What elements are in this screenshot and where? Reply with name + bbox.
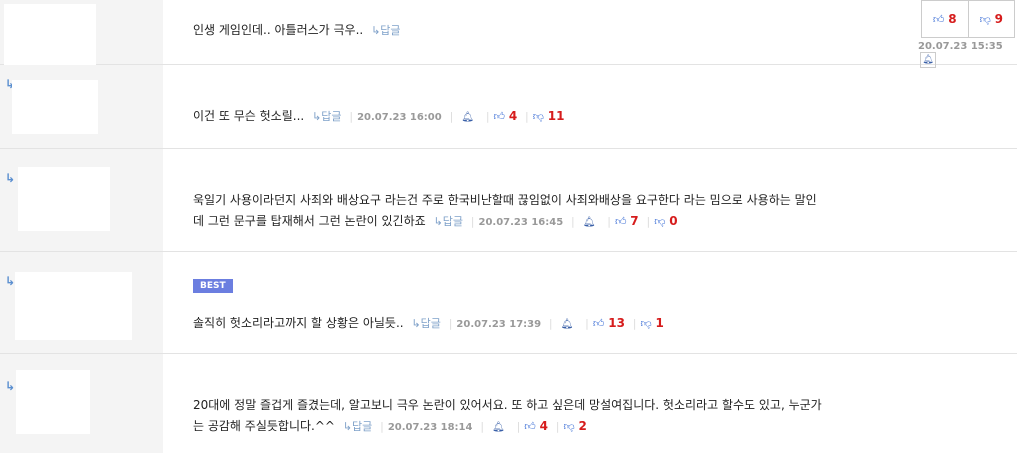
comment-text: 솔직히 헛소리라고까지 할 상황은 아닐듯.. ↳답글 | 20.07.23 17… bbox=[193, 313, 664, 335]
thumbs-up-icon: 👍︎ bbox=[932, 12, 945, 26]
report-icon[interactable]: 🔔︎ bbox=[583, 212, 596, 233]
upvote-count: 8 bbox=[948, 12, 957, 26]
comment-body: 욱일기 사용이라던지 사죄와 배상요구 라는건 주로 한국비난할때 끊임없이 사… bbox=[193, 193, 817, 207]
downvote-count: 0 bbox=[669, 214, 678, 228]
comment-date: 20.07.23 18:14 bbox=[387, 422, 473, 433]
avatar bbox=[15, 272, 132, 340]
comment-row: 인생 게임인데.. 아틀러스가 극우.. ↳답글 👍︎ 8 👎︎ 9 20.07… bbox=[0, 0, 1017, 68]
comment-text: 이건 또 무슨 헛소릴... ↳답글 | 20.07.23 16:00 | 🔔︎ |… bbox=[193, 106, 564, 128]
reply-arrow-icon: ↳ bbox=[5, 274, 16, 288]
upvote-count: 4 bbox=[539, 419, 548, 433]
comment-body: 인생 게임인데.. 아틀러스가 극우.. bbox=[193, 23, 364, 37]
comment-sidebar bbox=[0, 0, 163, 66]
reply-button[interactable]: ↳답글 bbox=[411, 317, 440, 330]
reply-button[interactable]: ↳답글 bbox=[312, 110, 341, 123]
downvote-count: 9 bbox=[994, 12, 1003, 26]
downvote-count: 11 bbox=[547, 109, 565, 123]
comment-body: 솔직히 헛소리라고까지 할 상황은 아닐듯.. bbox=[193, 316, 404, 330]
comment-row: ↳ 욱일기 사용이라던지 사죄와 배상요구 라는건 주로 한국비난할때 끊임없이… bbox=[0, 149, 1017, 252]
thumbs-down-icon[interactable]: 👎︎ bbox=[564, 420, 575, 433]
comment-sidebar: ↳ bbox=[0, 65, 163, 148]
thumbs-up-icon[interactable]: 👍︎ bbox=[615, 215, 627, 228]
avatar bbox=[18, 167, 110, 231]
thumbs-down-icon[interactable]: 👎︎ bbox=[654, 215, 665, 228]
avatar bbox=[16, 370, 90, 434]
comment-sidebar: ↳ bbox=[0, 252, 163, 353]
thumbs-up-icon[interactable]: 👍︎ bbox=[494, 110, 506, 123]
comment-meta: 20.07.23 15:35 🔔︎ bbox=[918, 38, 1017, 68]
avatar bbox=[12, 80, 98, 134]
comment-date: 20.07.23 16:45 bbox=[478, 217, 564, 228]
reply-button[interactable]: ↳답글 bbox=[371, 24, 400, 37]
thumbs-down-icon[interactable]: 👎︎ bbox=[533, 110, 544, 123]
comment-body: 이건 또 무슨 헛소릴... bbox=[193, 109, 305, 123]
comment-row: ↳ 20대에 정말 즐겁게 즐겼는데, 알고보니 극우 논란이 있어서요. 또 … bbox=[0, 354, 1017, 453]
report-icon[interactable]: 🔔︎ bbox=[561, 314, 574, 335]
reply-button[interactable]: ↳답글 bbox=[343, 420, 372, 433]
downvote-button[interactable]: 👎︎ 9 bbox=[969, 1, 1015, 37]
comment-date: 20.07.23 17:39 bbox=[456, 319, 542, 330]
thumbs-up-icon[interactable]: 👍︎ bbox=[593, 317, 605, 330]
comment-body: 20대에 정말 즐겁게 즐겼는데, 알고보니 극우 논란이 있어서요. 또 하고… bbox=[193, 398, 822, 412]
thumbs-down-icon: 👎︎ bbox=[979, 12, 991, 26]
comment-text: 20대에 정말 즐겁게 즐겼는데, 알고보니 극우 논란이 있어서요. 또 하고… bbox=[193, 395, 822, 438]
reply-button[interactable]: ↳답글 bbox=[433, 215, 462, 228]
vote-box: 👍︎ 8 👎︎ 9 bbox=[921, 0, 1015, 38]
reply-arrow-icon: ↳ bbox=[5, 171, 16, 185]
best-badge: BEST bbox=[193, 279, 233, 293]
report-icon[interactable]: 🔔︎ bbox=[492, 417, 505, 438]
comment-row: ↳ 이건 또 무슨 헛소릴... ↳답글 | 20.07.23 16:00 | 🔔︎… bbox=[0, 65, 1017, 149]
comment-body: 데 그런 문구를 탑재해서 그런 논란이 있긴하죠 bbox=[193, 214, 426, 228]
avatar bbox=[4, 4, 96, 66]
comment-text: 욱일기 사용이라던지 사죄와 배상요구 라는건 주로 한국비난할때 끊임없이 사… bbox=[193, 190, 817, 233]
comment-date: 20.07.23 16:00 bbox=[357, 112, 442, 123]
upvote-button[interactable]: 👍︎ 8 bbox=[922, 1, 969, 37]
upvote-count: 13 bbox=[608, 316, 625, 330]
thumbs-down-icon[interactable]: 👎︎ bbox=[640, 317, 651, 330]
upvote-count: 4 bbox=[508, 109, 518, 123]
comment-row: ↳ BEST 솔직히 헛소리라고까지 할 상황은 아닐듯.. ↳답글 | 20.0… bbox=[0, 252, 1017, 354]
comment-date: 20.07.23 15:35 bbox=[918, 41, 1003, 52]
downvote-count: 2 bbox=[578, 419, 587, 433]
downvote-count: 1 bbox=[655, 316, 664, 330]
report-icon[interactable]: 🔔︎ bbox=[461, 107, 474, 128]
comment-text: 인생 게임인데.. 아틀러스가 극우.. ↳답글 bbox=[193, 20, 401, 41]
reply-arrow-icon: ↳ bbox=[5, 379, 16, 393]
comment-sidebar: ↳ bbox=[0, 354, 163, 453]
thumbs-up-icon[interactable]: 👍︎ bbox=[524, 420, 536, 433]
comment-sidebar: ↳ bbox=[0, 149, 163, 251]
upvote-count: 7 bbox=[630, 214, 639, 228]
comment-body: 는 공감해 주실듯합니다.^^ bbox=[193, 419, 335, 433]
